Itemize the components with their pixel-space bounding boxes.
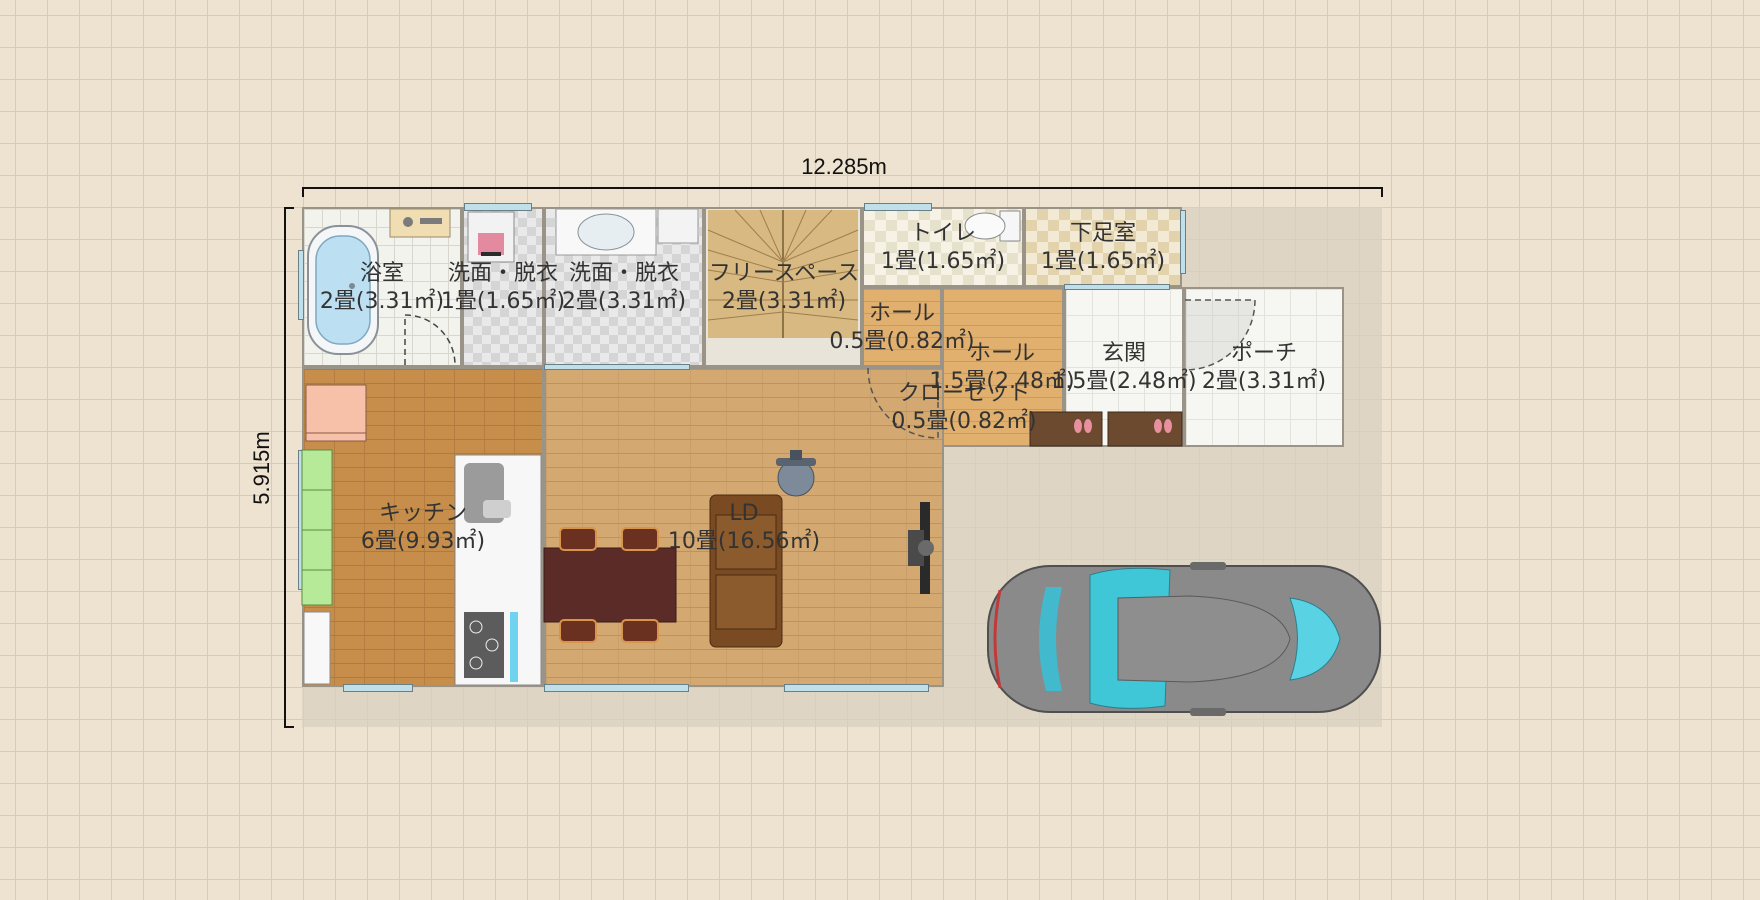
car-icon (987, 562, 1381, 716)
fixtures-layer (301, 208, 1381, 716)
toilet-icon (964, 210, 1021, 242)
shower-icon (389, 208, 451, 238)
door-swing-icon (404, 314, 456, 366)
fridge-icon (305, 384, 367, 442)
door-swing-icon (867, 367, 939, 439)
sink-icon (555, 208, 699, 256)
tv-icon (908, 502, 934, 594)
sofa-icon (709, 494, 783, 648)
kitchen-counter-icon (301, 449, 542, 686)
slippers-icon (1029, 411, 1103, 447)
dining-table-icon (543, 547, 677, 623)
bathtub-icon (307, 225, 379, 355)
washing-machine-icon (467, 211, 515, 263)
office-chair-icon (776, 450, 816, 497)
stairs-icon (707, 209, 859, 338)
door-swing-icon (1184, 299, 1256, 371)
slippers-icon (1107, 411, 1183, 447)
